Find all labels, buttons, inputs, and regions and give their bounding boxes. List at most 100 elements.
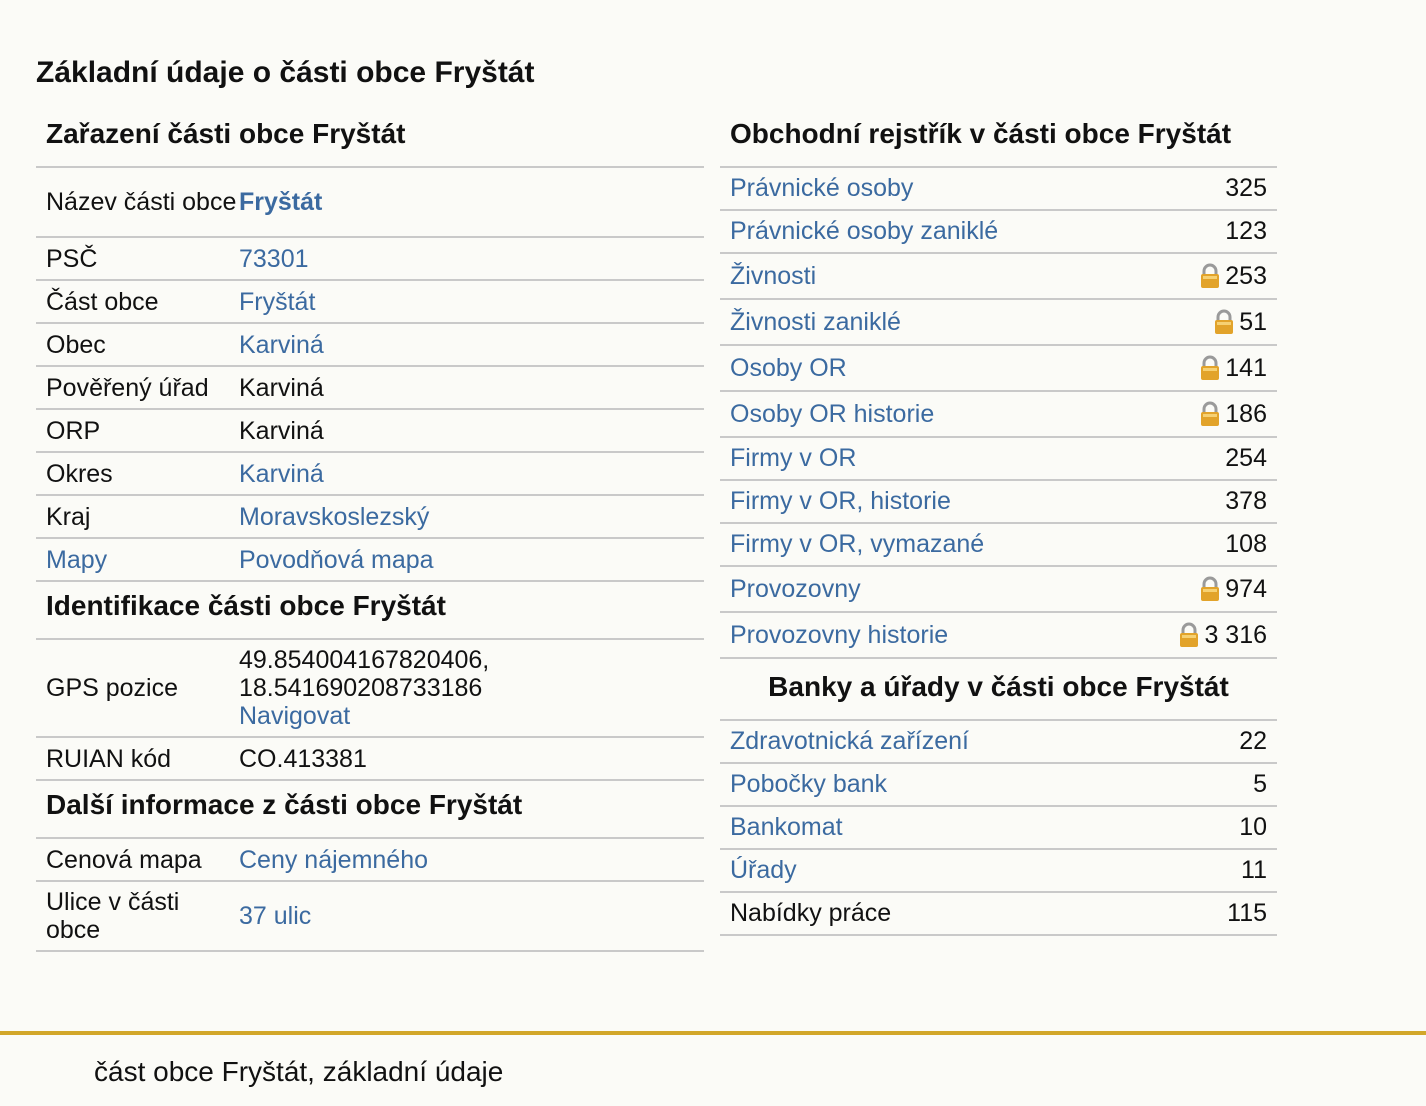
table-row: Firmy v OR 254: [720, 438, 1277, 481]
table-row: Živnosti zaniklé 51: [720, 300, 1277, 346]
section-title-rejstrik: Obchodní rejstřík v části obce Fryštát: [720, 110, 1277, 168]
osoby-or-historie-link[interactable]: Osoby OR historie: [730, 400, 934, 429]
ceny-najemneho-link[interactable]: Ceny nájemného: [239, 846, 428, 874]
table-row: Provozovny 974: [720, 567, 1277, 613]
row-label: Okres: [46, 459, 113, 488]
table-row: Část obce Fryštát: [36, 281, 704, 324]
table-row: Obec Karviná: [36, 324, 704, 367]
row-label: Pověřený úřad: [46, 373, 209, 402]
kraj-link[interactable]: Moravskoslezský: [239, 503, 429, 531]
zivnosti-link[interactable]: Živnosti: [730, 262, 816, 291]
pravnicke-osoby-zanikle-link[interactable]: Právnické osoby zaniklé: [730, 217, 998, 246]
gps-latitude: 49.854004167820406,: [239, 646, 490, 674]
table-row: Pobočky bank 5: [720, 764, 1277, 807]
orp-value: Karviná: [239, 416, 324, 445]
section-title-identifikace: Identifikace části obce Fryštát: [36, 582, 704, 640]
table-row: Mapy Povodňová mapa: [36, 539, 704, 582]
row-label: ORP: [46, 416, 101, 445]
table-row: Právnické osoby 325: [720, 168, 1277, 211]
count-value: 325: [1225, 174, 1267, 202]
table-row: Nabídky práce 115: [720, 893, 1277, 936]
cast-obce-link[interactable]: Fryštát: [239, 288, 315, 316]
row-label: RUIAN kód: [46, 744, 172, 773]
firmy-v-or-vymazane-link[interactable]: Firmy v OR, vymazané: [730, 530, 984, 559]
count-value: 378: [1225, 487, 1267, 515]
table-row: ORP Karviná: [36, 410, 704, 453]
right-column: Obchodní rejstřík v části obce Fryštát P…: [720, 110, 1277, 936]
count-value: 5: [1253, 770, 1267, 798]
section-title-banky: Banky a úřady v části obce Fryštát: [720, 659, 1277, 721]
ulice-link[interactable]: 37 ulic: [239, 902, 311, 930]
row-label: Obec: [46, 330, 106, 359]
bankomat-link[interactable]: Bankomat: [730, 813, 843, 842]
table-row: Kraj Moravskoslezský: [36, 496, 704, 539]
provozovny-historie-link[interactable]: Provozovny historie: [730, 621, 948, 650]
lock-icon: [1180, 622, 1199, 647]
obec-link[interactable]: Karviná: [239, 331, 324, 359]
mapy-link[interactable]: Mapy: [46, 546, 107, 574]
lock-icon: [1201, 576, 1220, 601]
page-title: Základní údaje o části obce Fryštát: [36, 56, 535, 89]
nazev-casti-obce-link[interactable]: Fryštát: [239, 188, 322, 216]
footer-caption: část obce Fryštát, základní údaje: [94, 1056, 504, 1087]
table-row: Firmy v OR, historie 378: [720, 481, 1277, 524]
section-title-dalsi: Další informace z části obce Fryštát: [36, 781, 704, 839]
table-row: Název části obce Fryštát: [36, 168, 704, 238]
table-row: Okres Karviná: [36, 453, 704, 496]
row-label: Cenová mapa: [46, 845, 202, 874]
urady-link[interactable]: Úřady: [730, 856, 797, 885]
count-value: 11: [1241, 856, 1267, 884]
table-row: Firmy v OR, vymazané 108: [720, 524, 1277, 567]
count-value: 51: [1239, 307, 1267, 336]
lock-icon: [1201, 401, 1220, 426]
table-row: GPS pozice 49.854004167820406, 18.541690…: [36, 640, 704, 738]
count-value: 254: [1225, 444, 1267, 472]
count-value: 186: [1225, 399, 1267, 428]
table-row: Živnosti 253: [720, 254, 1277, 300]
ruian-value: CO.413381: [239, 744, 367, 773]
povereny-urad-value: Karviná: [239, 373, 324, 402]
table-row: Právnické osoby zaniklé 123: [720, 211, 1277, 254]
count-value: 115: [1227, 899, 1267, 927]
table-row: Bankomat 10: [720, 807, 1277, 850]
count-value: 108: [1225, 530, 1267, 558]
table-row: Zdravotnická zařízení 22: [720, 721, 1277, 764]
row-label: GPS pozice: [46, 674, 179, 702]
gps-longitude: 18.541690208733186: [239, 674, 483, 702]
povodnova-mapa-link[interactable]: Povodňová mapa: [239, 546, 434, 574]
nabidky-prace-label: Nabídky práce: [730, 899, 892, 927]
zivnosti-zanikle-link[interactable]: Živnosti zaniklé: [730, 308, 901, 337]
provozovny-link[interactable]: Provozovny: [730, 575, 861, 604]
table-row: Ulice v části obce 37 ulic: [36, 882, 704, 952]
count-value: 123: [1225, 217, 1267, 245]
lock-icon: [1201, 263, 1220, 288]
row-label: Ulice v části obce: [46, 888, 180, 944]
count-value: 10: [1239, 813, 1267, 841]
firmy-v-or-historie-link[interactable]: Firmy v OR, historie: [730, 487, 951, 516]
firmy-v-or-link[interactable]: Firmy v OR: [730, 444, 856, 473]
count-value: 974: [1225, 574, 1267, 603]
count-value: 22: [1239, 727, 1267, 755]
row-label: Část obce: [46, 287, 159, 316]
navigovat-link[interactable]: Navigovat: [239, 702, 350, 730]
okres-link[interactable]: Karviná: [239, 460, 324, 488]
count-value: 141: [1225, 353, 1267, 382]
table-row: RUIAN kód CO.413381: [36, 738, 704, 781]
table-row: Osoby OR 141: [720, 346, 1277, 392]
zdravotnicka-zarizeni-link[interactable]: Zdravotnická zařízení: [730, 727, 969, 756]
table-row: Pověřený úřad Karviná: [36, 367, 704, 410]
psc-link[interactable]: 73301: [239, 245, 309, 273]
row-label: PSČ: [46, 244, 98, 273]
pobocky-bank-link[interactable]: Pobočky bank: [730, 770, 887, 799]
pravnicke-osoby-link[interactable]: Právnické osoby: [730, 174, 913, 203]
table-row: Osoby OR historie 186: [720, 392, 1277, 438]
table-row: Úřady 11: [720, 850, 1277, 893]
section-title-zarazeni: Zařazení části obce Fryštát: [36, 110, 704, 168]
lock-icon: [1201, 355, 1220, 380]
row-label: Název části obce: [46, 188, 237, 216]
left-column: Zařazení části obce Fryštát Název části …: [36, 110, 704, 952]
table-row: Provozovny historie 3 316: [720, 613, 1277, 659]
table-row: Cenová mapa Ceny nájemného: [36, 839, 704, 882]
count-value: 3 316: [1204, 620, 1267, 649]
osoby-or-link[interactable]: Osoby OR: [730, 354, 847, 383]
